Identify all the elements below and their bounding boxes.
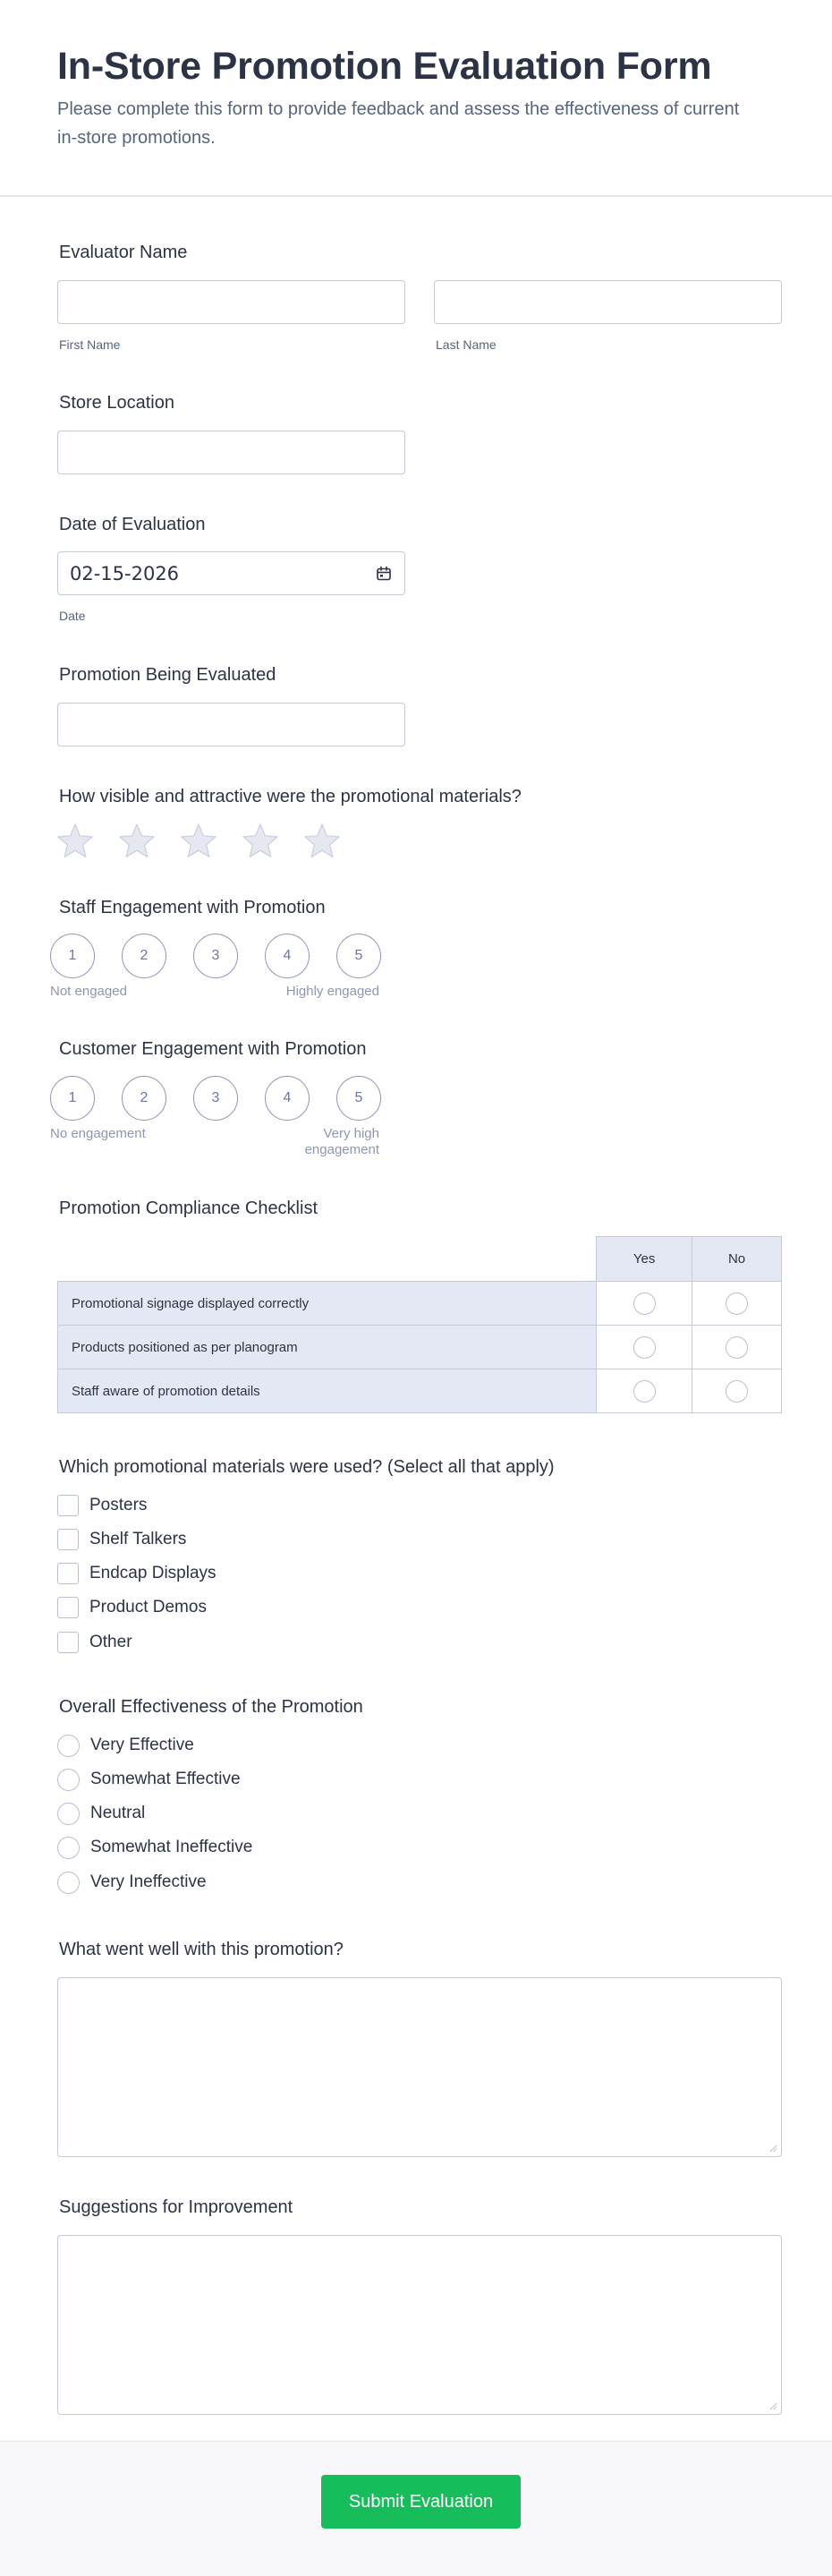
radio-label: Somewhat Effective: [90, 1770, 241, 1788]
visibility-rating-label: How visible and attractive were the prom…: [59, 787, 522, 806]
customer-engagement-scale: 1 2 3 4 5: [50, 1076, 381, 1121]
date-input[interactable]: 02-15-2026: [57, 551, 405, 595]
first-name-sublabel: First Name: [59, 337, 121, 352]
materials-label: Which promotional materials were used? (…: [59, 1457, 555, 1477]
checkbox-label: Shelf Talkers: [89, 1530, 187, 1548]
checkbox-label: Posters: [89, 1496, 148, 1514]
radio-label: Very Ineffective: [90, 1872, 207, 1891]
matrix-row-label: Products positioned as per planogram: [56, 1325, 598, 1369]
scale-option-4[interactable]: 4: [265, 934, 310, 978]
scale-option-3[interactable]: 3: [193, 934, 238, 978]
checkbox-option[interactable]: Shelf Talkers: [57, 1528, 186, 1551]
matrix-radio-yes[interactable]: [632, 1379, 656, 1403]
radio-button[interactable]: [57, 1802, 80, 1825]
radio-option[interactable]: Very Effective: [57, 1734, 194, 1757]
scale-option-3[interactable]: 3: [193, 1076, 238, 1121]
first-name-input[interactable]: [57, 280, 405, 324]
scale-option-4[interactable]: 4: [265, 1076, 310, 1121]
matrix-radio-no[interactable]: [726, 1379, 749, 1403]
checkbox[interactable]: [57, 1563, 79, 1584]
checkbox[interactable]: [57, 1495, 79, 1516]
star-rating: [55, 822, 342, 861]
table-row: Products positioned as per planogram: [56, 1325, 782, 1369]
radio-button[interactable]: [57, 1871, 80, 1894]
resize-grip-icon[interactable]: [768, 2401, 777, 2410]
customer-engagement-label: Customer Engagement with Promotion: [59, 1039, 367, 1059]
compliance-label: Promotion Compliance Checklist: [59, 1198, 318, 1218]
star-icon[interactable]: [302, 822, 342, 861]
radio-label: Somewhat Ineffective: [90, 1838, 253, 1856]
scale-option-2[interactable]: 2: [122, 934, 166, 978]
submit-button[interactable]: Submit Evaluation: [321, 2475, 521, 2529]
radio-option[interactable]: Somewhat Effective: [57, 1768, 241, 1791]
scale-option-1[interactable]: 1: [50, 1076, 95, 1121]
table-row: Staff aware of promotion details: [56, 1369, 782, 1413]
staff-engagement-label: Staff Engagement with Promotion: [59, 898, 326, 917]
scale-option-5[interactable]: 5: [336, 934, 381, 978]
suggestions-textarea[interactable]: [57, 2235, 782, 2415]
radio-button[interactable]: [57, 1734, 80, 1757]
suggestions-label: Suggestions for Improvement: [59, 2197, 293, 2217]
form-title: In-Store Promotion Evaluation Form: [57, 45, 712, 88]
date-label: Date of Evaluation: [59, 515, 206, 534]
star-icon[interactable]: [117, 822, 157, 861]
scale-option-2[interactable]: 2: [122, 1076, 166, 1121]
checkbox-option[interactable]: Other: [57, 1631, 132, 1654]
matrix-radio-yes[interactable]: [632, 1335, 656, 1359]
radio-label: Very Effective: [90, 1736, 194, 1754]
scale-option-5[interactable]: 5: [336, 1076, 381, 1121]
store-location-label: Store Location: [59, 393, 174, 413]
calendar-icon[interactable]: [376, 566, 392, 582]
store-location-input[interactable]: [57, 431, 405, 474]
star-icon[interactable]: [241, 822, 280, 861]
evaluator-name-label: Evaluator Name: [59, 243, 188, 262]
checkbox-label: Endcap Displays: [89, 1564, 216, 1582]
matrix-row-label: Promotional signage displayed correctly: [56, 1281, 598, 1326]
checkbox-label: Product Demos: [89, 1598, 207, 1616]
radio-option[interactable]: Neutral: [57, 1802, 145, 1825]
customer-engagement-low-label: No engagement: [50, 1126, 146, 1141]
staff-engagement-low-label: Not engaged: [50, 984, 127, 999]
radio-button[interactable]: [57, 1836, 80, 1859]
effectiveness-label: Overall Effectiveness of the Promotion: [59, 1697, 363, 1717]
checkbox[interactable]: [57, 1529, 79, 1550]
radio-button[interactable]: [57, 1768, 80, 1791]
star-icon[interactable]: [179, 822, 218, 861]
went-well-label: What went well with this promotion?: [59, 1940, 344, 1959]
checkbox-option[interactable]: Product Demos: [57, 1596, 207, 1619]
staff-engagement-scale: 1 2 3 4 5: [50, 934, 381, 978]
matrix-radio-yes[interactable]: [632, 1292, 656, 1315]
customer-engagement-high-label: Very high engagement: [304, 1126, 379, 1157]
checkbox-label: Other: [89, 1633, 132, 1651]
promotion-label: Promotion Being Evaluated: [59, 665, 276, 685]
checkbox[interactable]: [57, 1597, 79, 1618]
date-sublabel: Date: [59, 609, 86, 623]
scale-option-1[interactable]: 1: [50, 934, 95, 978]
radio-label: Neutral: [90, 1804, 146, 1822]
last-name-input[interactable]: [434, 280, 782, 324]
table-row: Promotional signage displayed correctly: [56, 1281, 782, 1326]
resize-grip-icon[interactable]: [768, 2144, 777, 2153]
matrix-column-no: No: [692, 1236, 782, 1282]
checkbox-option[interactable]: Endcap Displays: [57, 1562, 216, 1585]
star-icon[interactable]: [55, 822, 95, 861]
matrix-row-label: Staff aware of promotion details: [56, 1369, 598, 1413]
matrix-radio-no[interactable]: [726, 1335, 749, 1359]
went-well-textarea[interactable]: [57, 1977, 782, 2157]
form-header: In-Store Promotion Evaluation Form Pleas…: [0, 0, 832, 197]
matrix-radio-no[interactable]: [726, 1292, 749, 1315]
radio-option[interactable]: Somewhat Ineffective: [57, 1836, 252, 1859]
compliance-matrix: Yes No Promotional signage displayed cor…: [56, 1236, 782, 1413]
checkbox-option[interactable]: Posters: [57, 1494, 147, 1517]
checkbox[interactable]: [57, 1632, 79, 1653]
promotion-input[interactable]: [57, 703, 405, 746]
form-subtitle: Please complete this form to provide fee…: [57, 99, 740, 148]
matrix-column-yes: Yes: [596, 1236, 693, 1282]
last-name-sublabel: Last Name: [436, 337, 497, 352]
date-value: 02-15-2026: [70, 563, 180, 584]
staff-engagement-high-label: Highly engaged: [285, 984, 379, 999]
radio-option[interactable]: Very Ineffective: [57, 1871, 207, 1894]
